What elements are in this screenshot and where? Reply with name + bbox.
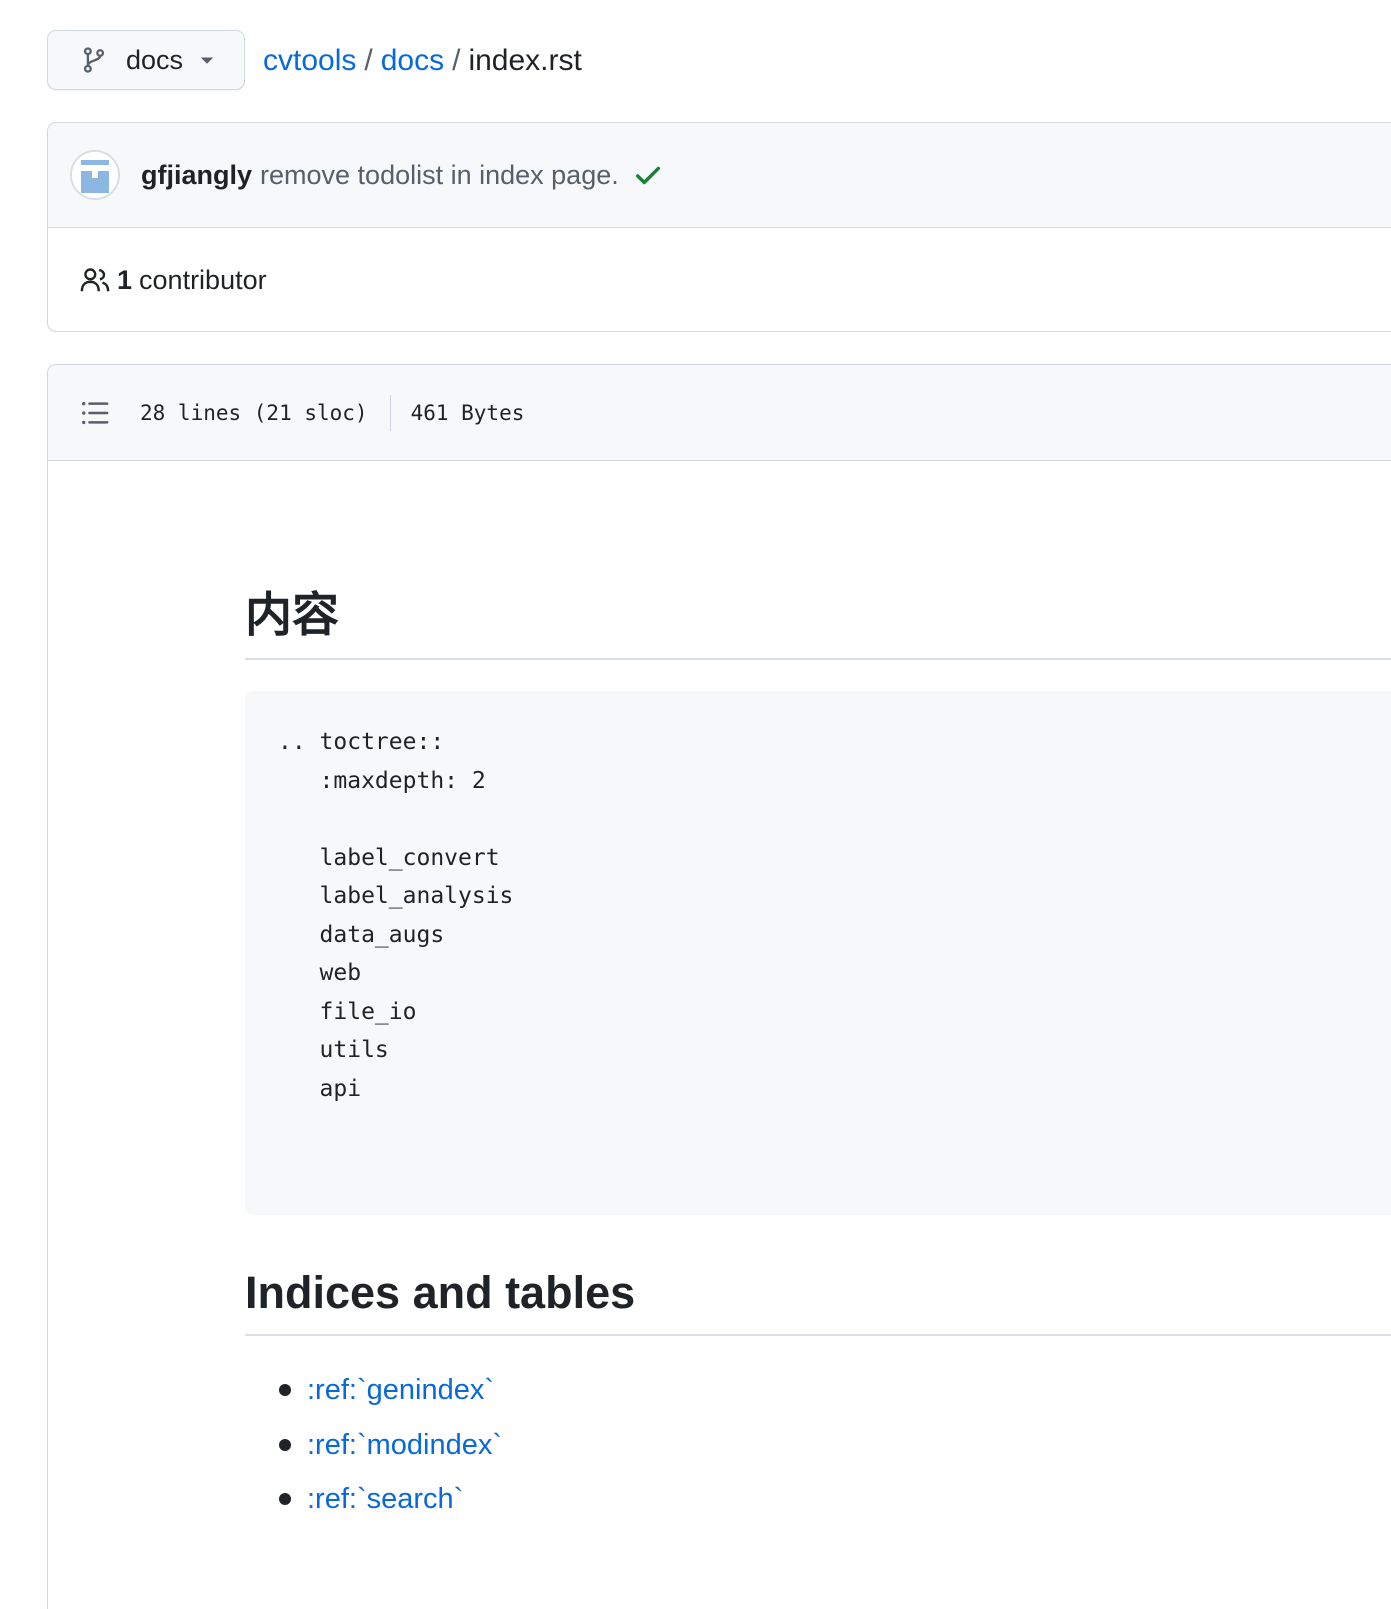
doc-heading-indices: Indices and tables [245,1267,636,1318]
contributors-row[interactable]: 1 contributor [48,228,1391,331]
breadcrumb: cvtools / docs / index.rst [263,40,582,82]
triangle-down-icon [200,57,214,64]
check-icon[interactable] [633,160,663,190]
branch-name: docs [126,44,184,75]
breadcrumb-folder-link[interactable]: docs [381,44,444,77]
file-size: 461 Bytes [410,400,525,425]
file-header: 28 lines (21 sloc) 461 Bytes [48,365,1391,461]
file-info-divider [389,394,391,431]
doc-heading-contents: 内容 [245,588,339,643]
ref-genindex-link[interactable]: :ref:`genindex` [307,1374,494,1406]
latest-commit-box: gfjiangly remove todolist in index page.… [47,122,1391,332]
file-line-count: 28 lines (21 sloc) [140,400,368,425]
ref-search-link[interactable]: :ref:`search` [307,1483,463,1515]
avatar[interactable] [70,150,120,200]
avatar-image [72,152,118,198]
file-viewer: 28 lines (21 sloc) 461 Bytes 内容 .. toctr… [47,364,1391,1609]
latest-commit-row: gfjiangly remove todolist in index page. [48,123,1391,228]
commit-author-link[interactable]: gfjiangly [141,160,252,191]
reference-list: :ref:`genindex` :ref:`modindex` :ref:`se… [245,1363,502,1527]
breadcrumb-separator: / [452,44,461,77]
list-item: :ref:`genindex` [245,1363,502,1418]
breadcrumb-file-name: index.rst [468,44,582,77]
branch-select-button[interactable]: docs [47,30,245,90]
list-item: :ref:`modindex` [245,1418,502,1473]
list-unordered-icon[interactable] [80,398,110,428]
page: docs cvtools / docs / index.rst gfjiangly re… [0,0,1391,1609]
heading-divider [245,658,1391,660]
list-item: :ref:`search` [245,1472,502,1527]
commit-message-link[interactable]: remove todolist in index page. [260,160,619,191]
breadcrumb-repo-link[interactable]: cvtools [263,44,356,77]
bullet-icon [279,1493,291,1505]
ref-modindex-link[interactable]: :ref:`modindex` [307,1429,502,1461]
git-branch-icon [83,47,105,73]
code-block: .. toctree:: :maxdepth: 2 label_convert … [245,691,1391,1215]
breadcrumb-separator: / [364,44,373,77]
bullet-icon [279,1384,291,1396]
contributor-label: contributor [139,264,267,295]
contributor-count: 1 [117,264,133,295]
heading-divider [245,1334,1391,1336]
bullet-icon [279,1438,291,1451]
people-icon [80,268,110,292]
